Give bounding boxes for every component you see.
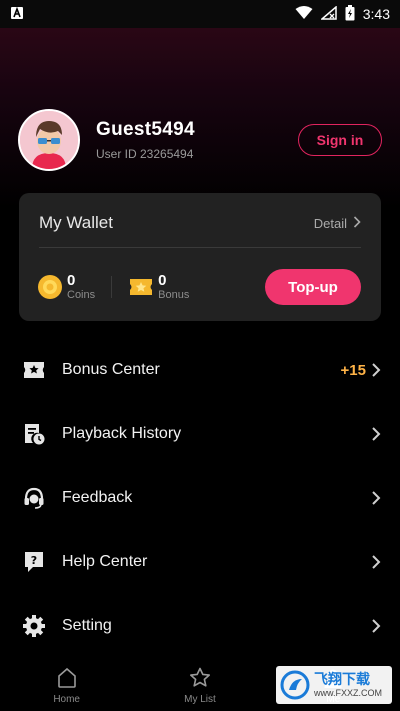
wallet-card: My Wallet Detail 0 Coins 0 Bonus Top-up xyxy=(19,193,381,321)
home-icon xyxy=(55,666,79,690)
star-icon xyxy=(188,666,212,690)
wallet-detail-label: Detail xyxy=(313,215,347,231)
wallet-detail-link[interactable]: Detail xyxy=(314,216,361,231)
chevron-right-icon xyxy=(370,618,382,634)
coins-label: Coins xyxy=(67,289,96,301)
coin-icon xyxy=(37,274,63,300)
history-icon xyxy=(22,422,46,446)
app-notification-icon xyxy=(10,6,24,23)
status-bar: 3:43 xyxy=(0,0,400,28)
watermark: 飞翔下载 www.FXXZ.COM xyxy=(276,666,392,704)
user-id: User ID 23265494 xyxy=(96,147,194,161)
divider xyxy=(111,276,113,298)
no-signal-icon xyxy=(319,4,337,23)
bonus-label: Bonus xyxy=(158,289,190,301)
menu-item-label: Help Center xyxy=(62,553,148,570)
wifi-icon xyxy=(295,5,313,23)
menu-item-feedback[interactable]: Feedback xyxy=(0,466,400,530)
username: Guest5494 xyxy=(96,119,195,140)
bonus-ticket-icon xyxy=(128,274,154,300)
wallet-title: My Wallet xyxy=(39,213,113,232)
nav-label: My List xyxy=(184,693,216,705)
wallet-header: My Wallet Detail xyxy=(39,207,361,248)
sign-in-button[interactable]: Sign in xyxy=(298,124,382,156)
nav-label: Home xyxy=(53,693,80,705)
watermark-url: www.FXXZ.COM xyxy=(314,688,383,698)
menu-item-label: Playback History xyxy=(62,425,182,442)
menu-item-help-center[interactable]: ? Help Center xyxy=(0,530,400,594)
bonus-balance: 0 Bonus xyxy=(128,273,189,301)
bonus-value: 0 xyxy=(158,272,167,289)
watermark-name: 飞翔下载 xyxy=(314,671,370,687)
wallet-balances: 0 Coins 0 Bonus Top-up xyxy=(37,267,361,307)
chevron-right-icon xyxy=(370,362,382,378)
menu-list: Bonus Center +15 Playback History Feedba… xyxy=(0,338,400,658)
avatar[interactable] xyxy=(18,109,80,171)
headset-icon xyxy=(22,486,46,510)
chevron-right-icon xyxy=(370,554,382,570)
menu-item-playback-history[interactable]: Playback History xyxy=(0,402,400,466)
menu-item-label: Bonus Center xyxy=(62,361,160,378)
svg-text:?: ? xyxy=(31,554,37,567)
chevron-right-icon xyxy=(370,490,382,506)
bonus-count-badge: +15 xyxy=(340,361,366,379)
profile-section: Guest5494 User ID 23265494 Sign in xyxy=(18,108,382,172)
menu-item-label: Feedback xyxy=(62,489,133,506)
nav-tab-my-list[interactable]: My List xyxy=(150,666,250,705)
top-up-button[interactable]: Top-up xyxy=(265,269,361,305)
user-info: Guest5494 User ID 23265494 xyxy=(96,119,298,161)
menu-item-bonus-center[interactable]: Bonus Center +15 xyxy=(0,338,400,402)
clock: 3:43 xyxy=(362,6,390,22)
help-icon: ? xyxy=(22,550,46,574)
watermark-logo-icon xyxy=(280,670,310,700)
chevron-right-icon xyxy=(353,215,361,231)
nav-tab-home[interactable]: Home xyxy=(17,666,117,705)
chevron-right-icon xyxy=(370,426,382,442)
coins-value: 0 xyxy=(67,272,76,289)
menu-item-setting[interactable]: Setting xyxy=(0,594,400,658)
ticket-star-icon xyxy=(22,358,46,382)
battery-charging-icon xyxy=(345,4,355,24)
gear-icon xyxy=(22,614,46,638)
coins-balance: 0 Coins xyxy=(37,273,95,301)
menu-item-label: Setting xyxy=(62,617,112,634)
